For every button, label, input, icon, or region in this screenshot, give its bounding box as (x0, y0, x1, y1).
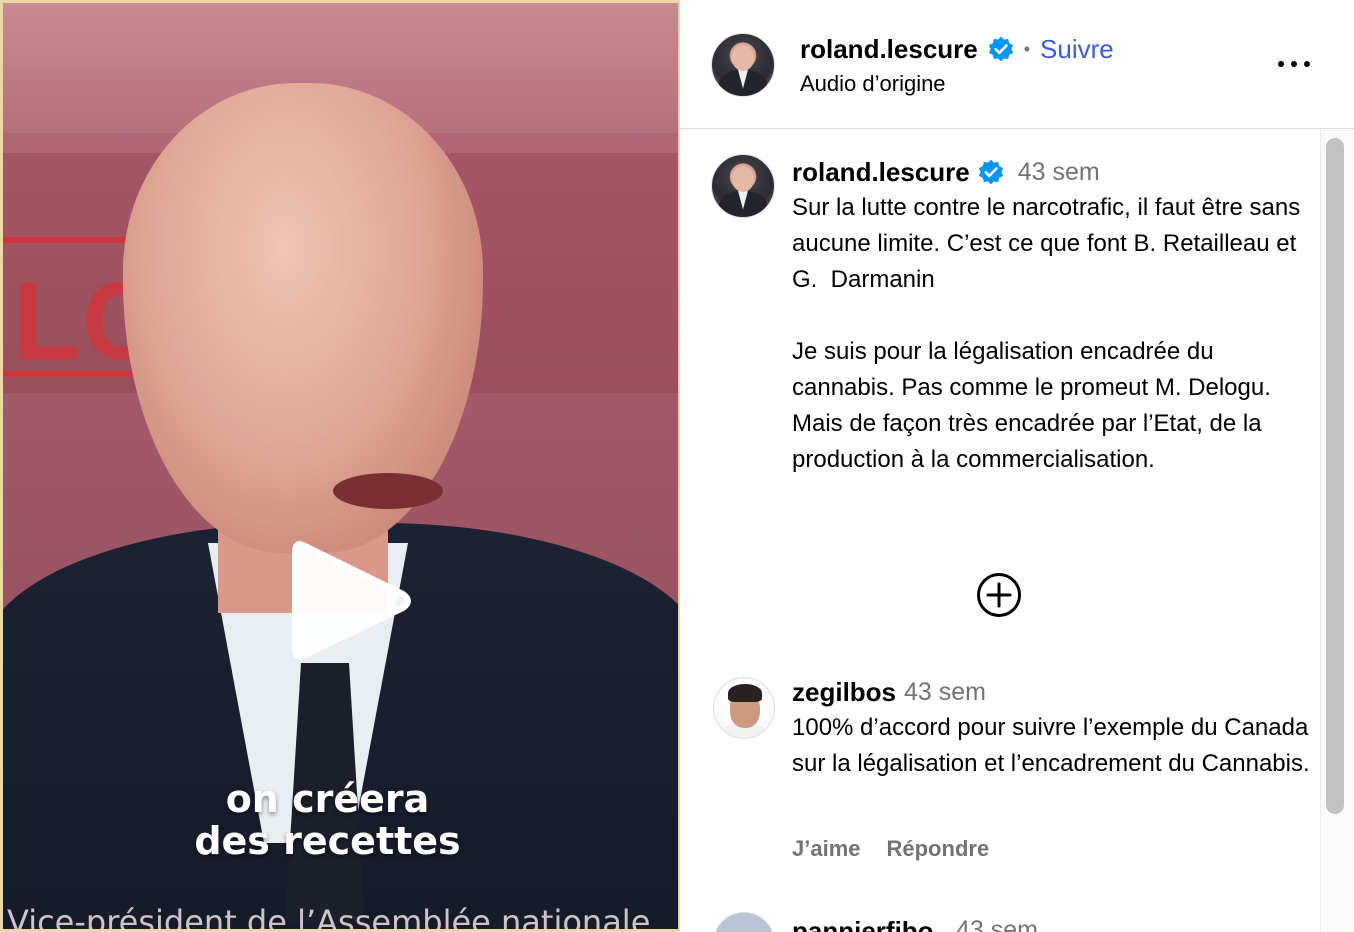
post-caption: roland.lescure 43 sem Sur la lutte contr… (792, 154, 1312, 478)
header-separator: • (1023, 38, 1031, 59)
video-player[interactable]: LC on créera des recettes Vice-président… (0, 0, 679, 932)
comment-item: zegilbos 43 sem 100% d’accord pour suivr… (792, 674, 1312, 782)
caption-author-avatar[interactable] (711, 154, 775, 218)
author-username[interactable]: roland.lescure (800, 34, 978, 65)
verified-badge-icon (978, 159, 1003, 185)
author-avatar[interactable] (711, 33, 775, 97)
play-icon[interactable] (285, 533, 415, 668)
like-comment-button[interactable]: J’aime (792, 836, 861, 862)
caption-time[interactable]: 43 sem (1018, 158, 1100, 187)
comment-actions: J’aime Répondre (792, 836, 989, 862)
commenter-avatar[interactable] (713, 677, 775, 739)
scrollbar-thumb[interactable] (1326, 138, 1344, 814)
comment-time[interactable]: 43 sem (904, 678, 986, 707)
caption-paragraph-1: Sur la lutte contre le narcotrafic, il f… (792, 194, 1307, 293)
speaker-mouth (333, 473, 443, 509)
follow-button[interactable]: Suivre (1040, 34, 1114, 65)
video-subtitle-line-1: on créera (225, 777, 430, 821)
comment-username[interactable]: zegilbos (792, 677, 896, 708)
verified-badge-icon (988, 36, 1013, 62)
caption-username[interactable]: roland.lescure (792, 157, 970, 188)
video-lower-third: Vice-président de l’Assemblée nationale (7, 903, 651, 932)
plus-circle-icon[interactable] (976, 572, 1022, 618)
comment-time-2[interactable]: 43 sem (956, 916, 1038, 932)
comments-list[interactable]: roland.lescure 43 sem Sur la lutte contr… (680, 130, 1320, 932)
comment-text: 100% d’accord pour suivre l’exemple du C… (792, 714, 1315, 777)
post-side-panel: roland.lescure • Suivre Audio d’origine … (679, 0, 1354, 932)
commenter-avatar-2[interactable] (713, 912, 775, 932)
more-options-icon[interactable] (1278, 52, 1310, 76)
comment-username-2[interactable]: pannierfibo (792, 916, 934, 932)
video-subtitle-line-2: des recettes (194, 819, 461, 863)
post-header: roland.lescure • Suivre Audio d’origine (680, 0, 1354, 129)
original-audio-link[interactable]: Audio d’origine (800, 71, 946, 97)
author-line: roland.lescure • Suivre (800, 33, 1114, 65)
caption-paragraph-2: Je suis pour la légalisation encadrée du… (792, 338, 1278, 473)
reply-comment-button[interactable]: Répondre (887, 836, 990, 862)
